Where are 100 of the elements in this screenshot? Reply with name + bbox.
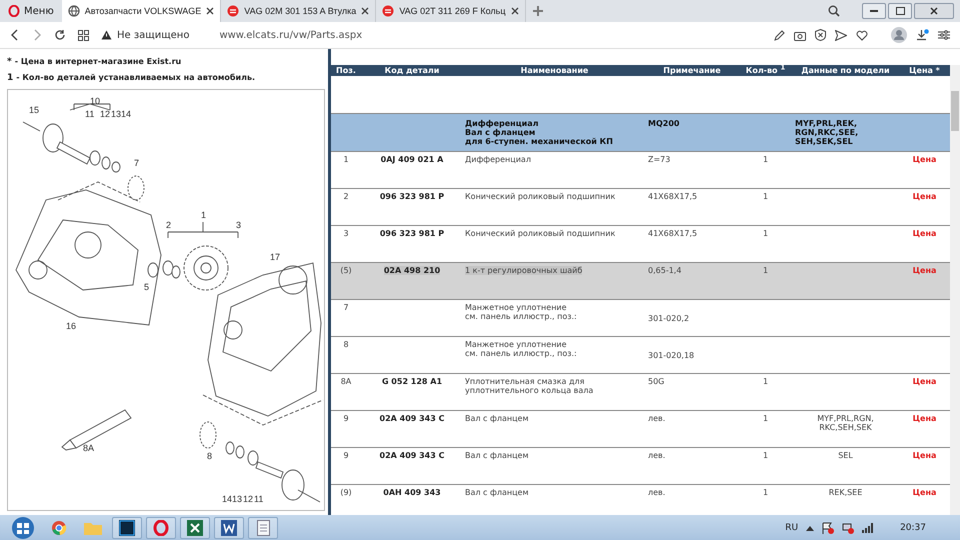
edit-icon[interactable] [774,30,785,40]
shield-icon[interactable] [815,29,826,41]
camera-icon[interactable] [794,30,806,40]
flag-icon[interactable] [822,522,834,534]
language-indicator[interactable]: RU [785,522,798,532]
callout-number: 13 [111,109,122,119]
part-name: Вал с фланцем [465,414,528,423]
opera-icon[interactable] [146,516,176,538]
callout-number: 1 [201,210,206,220]
reload-icon[interactable] [54,29,66,41]
part-name: Вал с фланцем [465,451,528,460]
note-cell-text: лев. [647,413,666,425]
quantity-cell-text: 1 [762,487,770,499]
callout-number: 17 [270,252,280,262]
note-cell-text: 50G [647,376,666,388]
close-icon[interactable] [510,7,519,15]
price-link[interactable]: Цена [912,451,936,460]
minimize-button[interactable] [862,3,886,19]
part-number: 02A 409 343 C [380,451,444,460]
note-cell-text: 301-020,2 [647,313,690,325]
position-cell-text: 9 [342,413,350,425]
browser-tab[interactable]: Автозапчасти VOLKSWAGE [62,0,222,22]
site-logo-icon [382,5,394,17]
part-number: 096 323 981 P [380,192,444,201]
excel-icon[interactable] [180,516,210,538]
position-cell-text: 7 [342,302,350,314]
grid-icon[interactable] [78,30,89,40]
close-icon [930,7,938,15]
price-link[interactable]: Цена [912,414,936,423]
opera-logo-icon [8,5,20,17]
site-logo-icon [227,5,240,17]
column-header: Данные по модели [801,66,890,76]
close-icon[interactable] [206,7,214,15]
menu-button[interactable]: Меню [0,0,62,22]
close-button[interactable] [914,3,954,19]
position-cell-text: (5) [339,265,353,277]
position-cell-text: 8 [342,339,350,351]
send-icon[interactable] [835,30,847,40]
callout-number: 12 [100,109,110,119]
quantity-cell-text: 1 [762,413,770,425]
back-icon[interactable] [10,29,20,41]
position-cell-text: 9 [342,450,350,462]
price-link[interactable]: Цена [912,377,936,386]
note-cell-text: 0,65-1,4 [647,265,682,277]
position-cell-text: 3 [342,228,350,240]
maximize-button[interactable] [888,3,912,19]
model-cell-text: SEL [837,450,854,462]
position-cell-text: (9) [339,487,353,499]
footnote-text: - Цена в интернет-магазине Exist.ru [14,57,182,66]
part-name: Дифференциал [465,155,531,164]
callout-number: 13 [232,494,242,504]
globe-icon [68,5,80,17]
part-name: Уплотнительная смазка для уплотнительного кольца вала [465,377,594,395]
document-icon[interactable] [248,516,278,538]
callout-number: 2 [166,220,172,230]
price-link[interactable]: Цена [912,192,936,201]
position-cell-text: 1 [342,154,350,166]
maximize-icon [896,7,904,15]
signal-icon[interactable] [862,522,874,532]
callout-number: 16 [66,321,76,331]
group-title: Дифференциал Вал с фланцем для 6-ступен. механической КП [464,118,614,148]
column-header: Код детали [384,66,440,76]
heart-icon[interactable] [856,30,868,40]
column-header: Примечание [663,66,721,76]
position-cell-text: 2 [342,191,350,203]
part-name: Конический роликовый подшипник [465,192,616,201]
address-field[interactable]: www.elcats.ru/vw/Parts.aspx [219,30,362,40]
clock[interactable]: 20:37 [900,522,926,532]
table-row[interactable]: (5) 02A 498 210 1 к-т регулировочных шайб 0,65-1,4 1 Цена [331,263,951,300]
callout-number: 5 [144,282,150,292]
callout-number: 7 [134,158,140,168]
callout-number: 11 [85,109,94,119]
quantity-cell-text: 1 [762,450,770,462]
note-cell-text: Z=73 [647,154,672,166]
price-link[interactable]: Цена [912,488,936,497]
network-icon[interactable] [842,522,854,534]
word-icon[interactable] [214,516,244,538]
settings-icon[interactable] [938,30,950,40]
price-link[interactable]: Цена [912,229,936,238]
group-models: MYF,PRL,REK, RGN,RKC,SEE, SEH,SEK,SEL [794,118,860,148]
callout-number: 3 [236,220,242,230]
price-link[interactable]: Цена [912,155,936,164]
search-icon[interactable] [828,5,840,17]
warning-icon[interactable] [101,30,112,40]
scrollbar[interactable] [950,65,960,516]
tray-arrow-icon[interactable] [806,524,814,530]
download-icon[interactable] [916,28,929,42]
note-cell-text: 301-020,18 [647,350,696,362]
photoshop-icon[interactable] [112,516,142,538]
note-cell-text: 41X68X17,5 [647,228,698,240]
new-tab-icon[interactable] [532,5,544,17]
close-icon[interactable] [361,7,370,15]
quantity-cell-text: 1 [762,376,770,388]
note-cell-text: лев. [647,487,666,499]
part-number: 096 323 981 P [380,229,444,238]
avatar-icon[interactable] [891,27,907,43]
column-header: Цена * [909,66,940,76]
note-marker: 1 [7,73,14,83]
part-number: 0AH 409 343 [383,488,441,497]
security-label[interactable]: Не защищено [117,30,190,40]
